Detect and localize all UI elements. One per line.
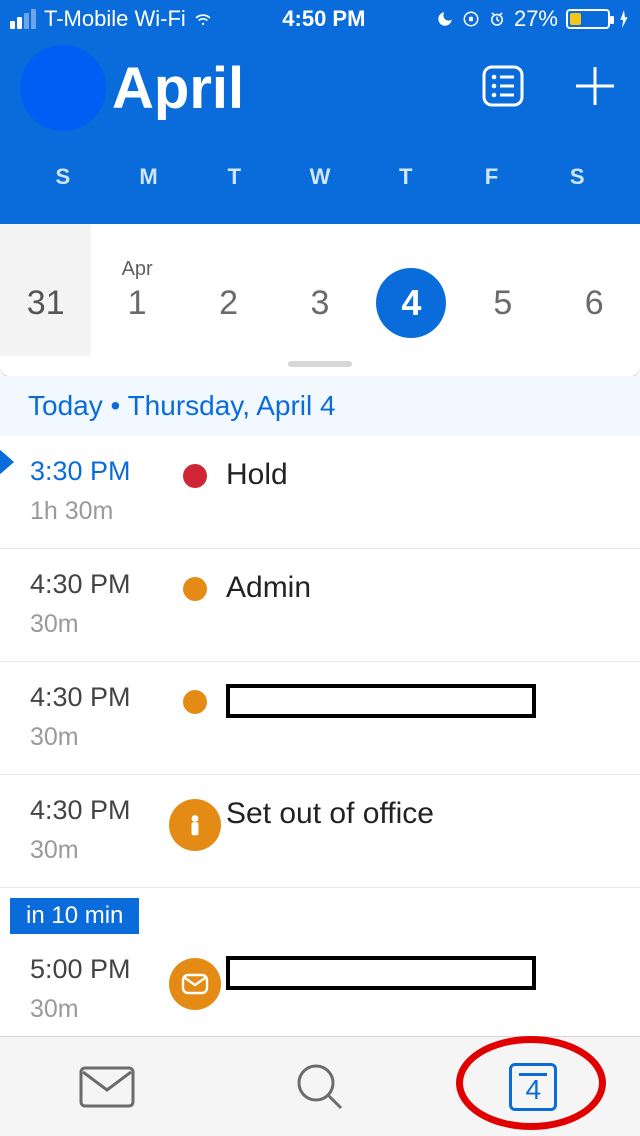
date-heading: Today • Thursday, April 4 <box>0 376 640 436</box>
event-time: 4:30 PM <box>30 569 168 600</box>
nav-mail[interactable] <box>0 1037 213 1136</box>
day-5[interactable]: 5 <box>457 224 548 356</box>
month-title[interactable]: April <box>112 55 478 122</box>
calendar-color-dot-icon <box>183 577 207 601</box>
dow-tue: T <box>191 164 277 190</box>
nav-search[interactable] <box>213 1037 426 1136</box>
day-31[interactable]: 31 <box>0 224 91 356</box>
info-circle-icon <box>169 799 221 851</box>
expand-handle[interactable] <box>0 356 640 372</box>
event-title: Admin <box>226 569 612 605</box>
day-4-selected[interactable]: 4 <box>366 224 457 356</box>
dow-sun: S <box>20 164 106 190</box>
dow-sat: S <box>534 164 620 190</box>
bottom-nav: 4 <box>0 1036 640 1136</box>
event-item[interactable]: 4:30 PM 30m Admin <box>0 549 640 662</box>
charging-icon <box>618 10 630 28</box>
avatar[interactable] <box>20 45 106 131</box>
event-title <box>226 954 612 998</box>
event-list[interactable]: 3:30 PM 1h 30m Hold 4:30 PM 30m Admin 4:… <box>0 436 640 1046</box>
current-time-marker-icon <box>0 448 14 476</box>
calendar-header: April S M T W T F S <box>0 38 640 224</box>
moon-icon <box>436 10 454 28</box>
dow-thu: T <box>363 164 449 190</box>
redacted-text <box>226 684 536 718</box>
day-1[interactable]: Apr1 <box>91 224 182 356</box>
carrier-label: T-Mobile Wi-Fi <box>44 6 186 32</box>
dow-mon: M <box>106 164 192 190</box>
event-time: 4:30 PM <box>30 795 168 826</box>
day-6[interactable]: 6 <box>549 224 640 356</box>
calendar-icon: 4 <box>509 1063 557 1111</box>
event-item[interactable]: 3:30 PM 1h 30m Hold <box>0 436 640 549</box>
clock-label: 4:50 PM <box>212 6 436 32</box>
upcoming-tag: in 10 min <box>10 898 139 934</box>
event-duration: 30m <box>30 723 168 752</box>
signal-icon <box>10 9 36 29</box>
event-item[interactable]: 4:30 PM 30m <box>0 662 640 775</box>
event-item[interactable]: 5:00 PM 30m <box>0 934 640 1046</box>
calendar-color-dot-icon <box>183 464 207 488</box>
status-bar: T-Mobile Wi-Fi 4:50 PM 27% <box>0 0 640 38</box>
event-item[interactable]: 4:30 PM 30m Set out of office <box>0 775 640 888</box>
event-duration: 30m <box>30 610 168 639</box>
mail-circle-icon <box>169 958 221 1010</box>
day-of-week-row: S M T W T F S <box>20 164 620 190</box>
event-duration: 1h 30m <box>30 497 168 526</box>
agenda-view-button[interactable] <box>478 61 528 116</box>
event-time: 5:00 PM <box>30 954 168 985</box>
event-duration: 30m <box>30 836 168 865</box>
event-title: Set out of office <box>226 795 612 831</box>
event-time: 3:30 PM <box>30 456 168 487</box>
wifi-icon <box>194 10 212 28</box>
lock-rotation-icon <box>462 10 480 28</box>
dow-wed: W <box>277 164 363 190</box>
dow-fri: F <box>449 164 535 190</box>
battery-icon <box>566 9 610 29</box>
day-2[interactable]: 2 <box>183 224 274 356</box>
day-3[interactable]: 3 <box>274 224 365 356</box>
event-title <box>226 682 612 726</box>
upcoming-tag-row: in 10 min <box>0 888 640 934</box>
add-event-button[interactable] <box>570 61 620 116</box>
battery-pct-label: 27% <box>514 6 558 32</box>
event-duration: 30m <box>30 995 168 1024</box>
week-strip[interactable]: 31 Apr1 2 3 4 5 6 <box>0 224 640 376</box>
calendar-color-dot-icon <box>183 690 207 714</box>
event-title: Hold <box>226 456 612 492</box>
nav-calendar[interactable]: 4 <box>427 1037 640 1136</box>
redacted-text <box>226 956 536 990</box>
alarm-icon <box>488 10 506 28</box>
event-time: 4:30 PM <box>30 682 168 713</box>
